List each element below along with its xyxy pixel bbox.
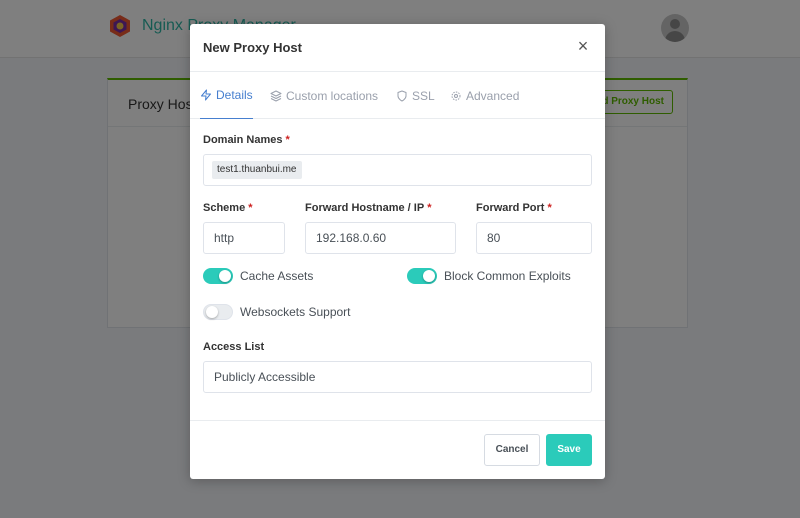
forward-port-input[interactable]: 80 [476, 222, 592, 254]
tab-ssl[interactable]: SSL [396, 72, 435, 119]
tab-custom-locations[interactable]: Custom locations [270, 72, 378, 119]
block-exploits-toggle[interactable] [407, 268, 437, 284]
forward-port-label: Forward Port * [476, 202, 552, 214]
tab-bar: Details Custom locations SSL Advanced [190, 72, 605, 119]
modal-title: New Proxy Host [203, 40, 302, 55]
tab-label: Details [216, 88, 253, 102]
shield-icon [397, 90, 407, 101]
cache-assets-toggle[interactable] [203, 268, 233, 284]
modal-footer: Cancel Save [190, 420, 605, 479]
domain-names-input[interactable]: test1.thuanbui.me [203, 154, 592, 186]
domain-names-label: Domain Names * [203, 134, 290, 146]
save-button[interactable]: Save [546, 434, 592, 466]
block-exploits-label: Block Common Exploits [444, 269, 571, 283]
access-list-label: Access List [203, 341, 265, 353]
tab-label: Advanced [466, 88, 520, 103]
forward-hostname-input[interactable]: 192.168.0.60 [305, 222, 456, 254]
domain-tag[interactable]: test1.thuanbui.me [212, 161, 302, 179]
new-proxy-host-modal: New Proxy Host × Details Custom location… [190, 24, 605, 479]
tab-label: SSL [412, 88, 435, 103]
tab-label: Custom locations [286, 88, 379, 103]
modal-header: New Proxy Host × [190, 24, 605, 72]
tab-advanced[interactable]: Advanced [450, 72, 519, 119]
websockets-toggle[interactable] [203, 304, 233, 320]
scheme-input[interactable]: http [203, 222, 285, 254]
settings-icon [451, 91, 461, 100]
websockets-label: Websockets Support [240, 305, 351, 319]
tab-details[interactable]: Details [200, 72, 253, 119]
forward-hostname-label: Forward Hostname / IP * [305, 202, 432, 214]
layers-icon [270, 90, 282, 101]
access-list-select[interactable]: Publicly Accessible [203, 361, 592, 393]
close-icon[interactable]: × [575, 37, 591, 56]
cancel-button[interactable]: Cancel [484, 434, 540, 466]
cache-assets-label: Cache Assets [240, 269, 314, 283]
scheme-label: Scheme * [203, 202, 253, 214]
zap-icon [201, 89, 211, 101]
